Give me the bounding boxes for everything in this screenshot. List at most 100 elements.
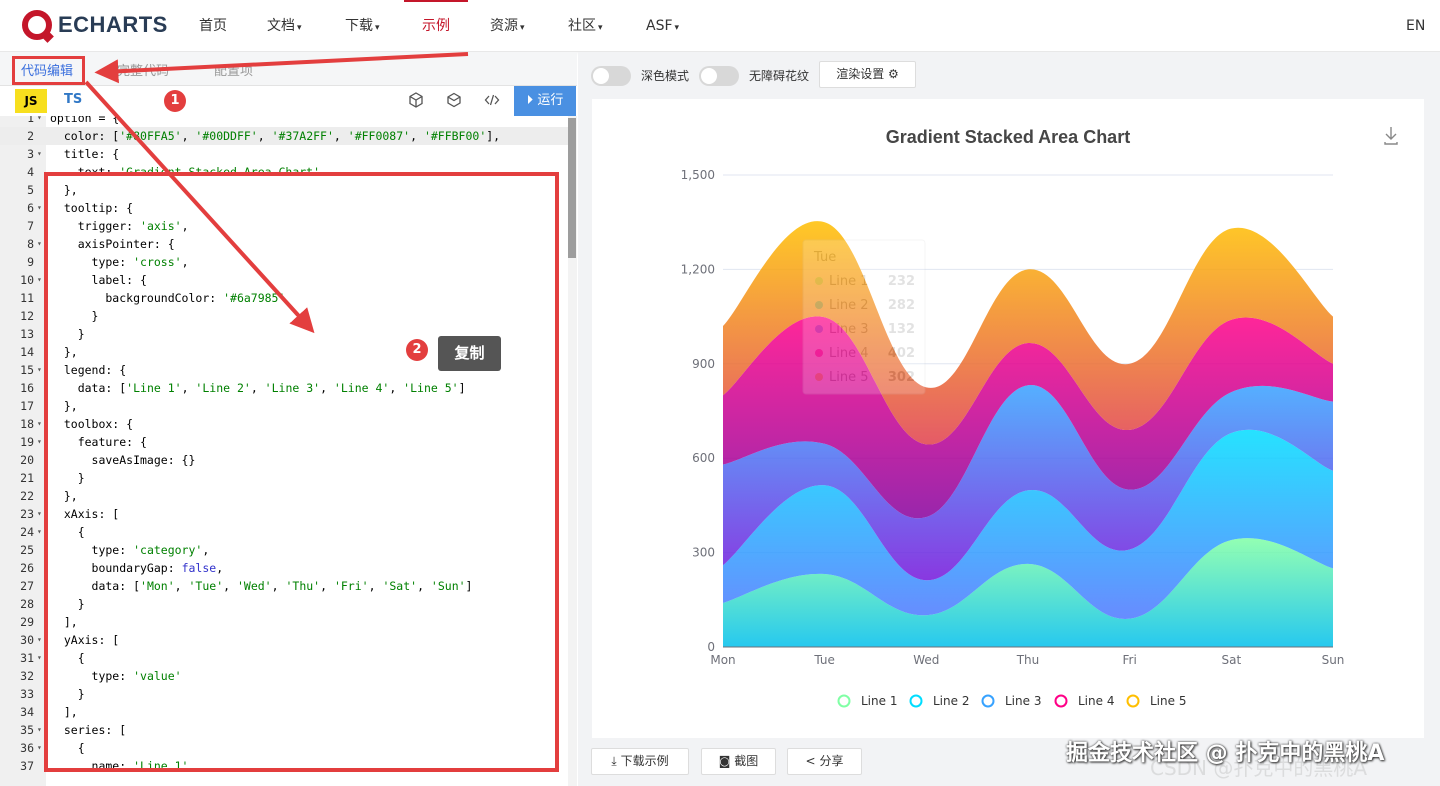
fold-toggle-icon[interactable]: ▾ (37, 721, 42, 739)
fold-toggle-icon[interactable]: ▾ (37, 116, 42, 127)
line-number: 24 (20, 525, 34, 539)
legend-item-line-5[interactable]: Line 5 (1126, 694, 1187, 708)
render-settings-button[interactable]: 渲染设置 ⚙ (819, 61, 916, 88)
ts-language-button[interactable]: TS (64, 92, 82, 107)
share-button[interactable]: < 分享 (787, 748, 862, 775)
scrollbar-thumb[interactable] (568, 118, 576, 258)
nav-item-resources[interactable]: 资源 ▾ (490, 0, 525, 52)
save-as-image-icon[interactable] (1384, 127, 1398, 145)
echarts-logo-icon (22, 10, 52, 40)
chevron-down-icon: ▾ (297, 23, 302, 33)
tooltip-marker (815, 301, 823, 309)
line-number: 5 (27, 183, 34, 197)
gear-icon: ⚙ (888, 67, 899, 81)
line-number: 8 (27, 237, 34, 251)
line-number: 10 (20, 273, 34, 287)
nav-item-asf[interactable]: ASF ▾ (646, 0, 679, 52)
top-navigation-bar: ECHARTS 首页 文档 ▾ 下载 ▾ 示例 资源 ▾ 社区 ▾ ASF ▾ EN (0, 0, 1440, 52)
fold-toggle-icon[interactable]: ▾ (37, 649, 42, 667)
line-number: 16 (20, 381, 34, 395)
line-number: 30 (20, 633, 34, 647)
legend-label: Line 2 (933, 694, 969, 708)
annotation-step-2: 2 (406, 339, 428, 361)
line-number: 26 (20, 561, 34, 575)
line-number: 4 (27, 165, 34, 179)
y-tick-label: 900 (692, 357, 715, 371)
fold-toggle-icon[interactable]: ▾ (37, 523, 42, 541)
chevron-down-icon: ▾ (520, 23, 525, 33)
y-tick-label: 1,500 (681, 168, 715, 182)
line-number: 25 (20, 543, 34, 557)
fold-toggle-icon[interactable]: ▾ (37, 199, 42, 217)
y-tick-label: 0 (707, 640, 715, 654)
tooltip-value: 282 (888, 298, 915, 313)
nav-item-docs[interactable]: 文档 ▾ (267, 0, 302, 52)
tooltip-marker (815, 373, 823, 381)
dark-mode-label: 深色模式 (641, 69, 690, 83)
tab-options[interactable]: 配置项 (214, 60, 253, 79)
run-label: 运行 (537, 93, 564, 108)
dark-mode-toggle[interactable] (591, 66, 631, 86)
code-text: title: { (50, 147, 120, 161)
nav-item-community[interactable]: 社区 ▾ (568, 0, 603, 52)
editor-scrollbar[interactable] (568, 116, 577, 786)
tooltip-series-name: Line 4 (829, 346, 869, 361)
line-number: 3 (27, 147, 34, 161)
line-number: 37 (20, 759, 34, 773)
fold-toggle-icon[interactable]: ▾ (37, 739, 42, 757)
x-tick-label: Thu (1016, 653, 1040, 667)
legend-item-line-3[interactable]: Line 3 (981, 694, 1042, 708)
nav-item-download[interactable]: 下载 ▾ (345, 0, 380, 52)
x-tick-label: Sat (1221, 653, 1241, 667)
fold-toggle-icon[interactable]: ▾ (37, 271, 42, 289)
legend-marker (981, 694, 995, 708)
line-number: 18 (20, 417, 34, 431)
js-language-button[interactable]: JS (15, 89, 47, 113)
legend-item-line-4[interactable]: Line 4 (1054, 694, 1115, 708)
run-button[interactable]: ⏵ 运行 (514, 86, 576, 116)
screenshot-button[interactable]: ◙ 截图 (701, 748, 776, 775)
codesandbox-icon[interactable] (408, 92, 424, 112)
code-line: 3 ▾ title: { (0, 145, 568, 163)
tooltip-series-name: Line 3 (829, 322, 869, 337)
x-tick-label: Sun (1322, 653, 1345, 667)
line-number: 11 (20, 291, 34, 305)
code-icon[interactable] (484, 92, 500, 112)
tab-full-code[interactable]: 完整代码 (117, 60, 169, 79)
line-number: 32 (20, 669, 34, 683)
code-editor-panel: 代码编辑 完整代码 配置项 JS TS 1 ⏵ 运行 1 ▾ option = {2… (0, 52, 577, 786)
line-number: 22 (20, 489, 34, 503)
line-number: 34 (20, 705, 34, 719)
echarts-logo[interactable]: ECHARTS (22, 10, 168, 40)
fold-toggle-icon[interactable]: ▾ (37, 145, 42, 163)
tooltip-value: 132 (888, 322, 915, 337)
legend-item-line-2[interactable]: Line 2 (909, 694, 970, 708)
code-text: option = { (50, 116, 120, 125)
copy-tooltip: 复制 (438, 336, 501, 371)
chart-canvas[interactable]: Gradient Stacked Area Chart 0 300 600 900 1,2… (592, 99, 1424, 738)
tooltip-value: 302 (888, 370, 915, 385)
fold-toggle-icon[interactable]: ▾ (37, 235, 42, 253)
decal-toggle[interactable] (699, 66, 739, 86)
line-number: 2 (27, 129, 34, 143)
legend-label: Line 4 (1078, 694, 1114, 708)
line-number: 13 (20, 327, 34, 341)
codepen-icon[interactable] (446, 92, 462, 112)
legend-marker (1054, 694, 1068, 708)
nav-item-home[interactable]: 首页 (199, 0, 227, 52)
line-number: 1 (27, 116, 34, 125)
fold-toggle-icon[interactable]: ▾ (37, 433, 42, 451)
legend-marker (909, 694, 923, 708)
fold-toggle-icon[interactable]: ▾ (37, 505, 42, 523)
annotation-highlight-box (12, 56, 85, 85)
download-example-button[interactable]: ⤓ 下载示例 (591, 748, 689, 775)
nav-item-examples[interactable]: 示例 (404, 0, 468, 52)
line-number: 20 (20, 453, 34, 467)
fold-toggle-icon[interactable]: ▾ (37, 415, 42, 433)
language-switch-en[interactable]: EN (1406, 0, 1425, 52)
fold-toggle-icon[interactable]: ▾ (37, 631, 42, 649)
tooltip: Tue Line 1 232 Line 2 282 Line 3 132 Line 4 402 L… (802, 239, 926, 395)
tooltip-series-name: Line 2 (829, 298, 869, 313)
legend-item-line-1[interactable]: Line 1 (837, 694, 898, 708)
fold-toggle-icon[interactable]: ▾ (37, 361, 42, 379)
